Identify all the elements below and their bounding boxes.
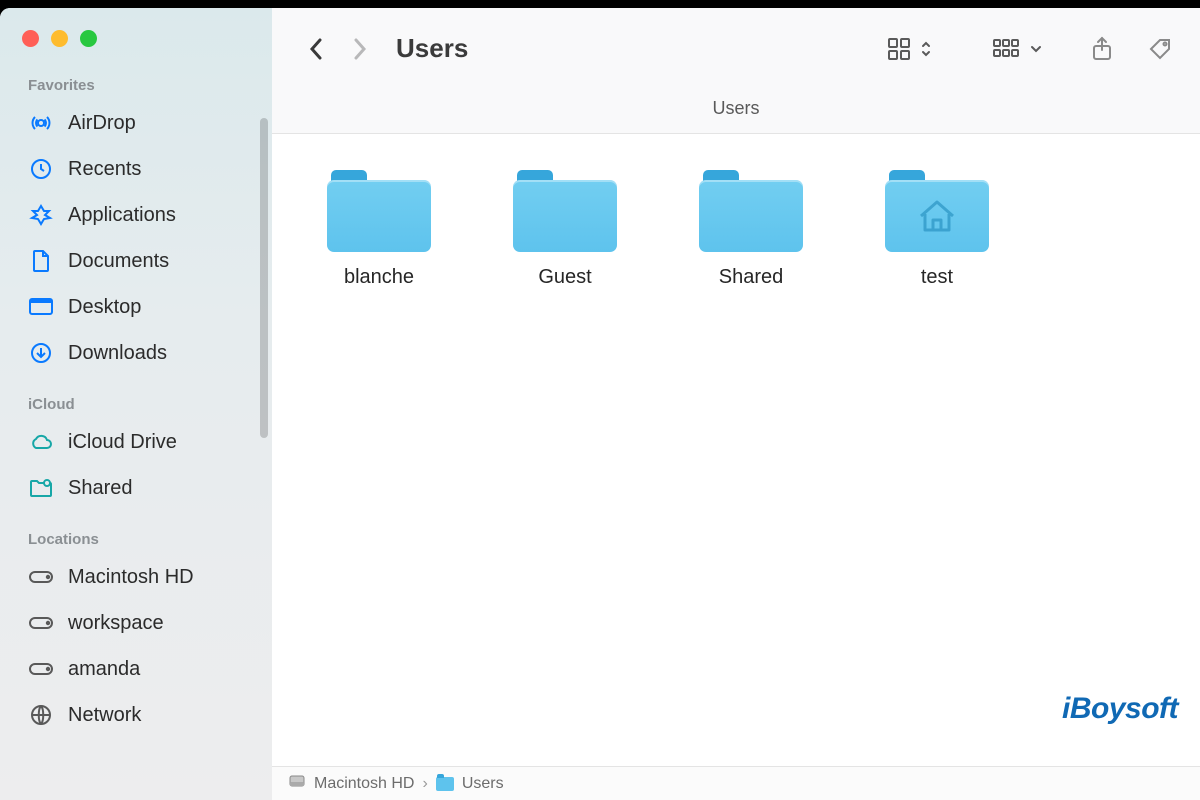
applications-icon [28, 202, 54, 228]
sidebar-item-label: Documents [68, 250, 169, 273]
sidebar-item-desktop[interactable]: Desktop [0, 284, 272, 330]
back-button[interactable] [300, 32, 334, 66]
disk-icon [28, 610, 54, 636]
main-pane: Users Users blanche [272, 8, 1200, 800]
sidebar-item-label: Recents [68, 158, 141, 181]
downloads-icon [28, 340, 54, 366]
folder-label: test [921, 266, 953, 289]
sidebar-item-label: Shared [68, 477, 133, 500]
folder-label: blanche [344, 266, 414, 289]
close-window-button[interactable] [22, 30, 39, 47]
view-icon-grid-button[interactable] [880, 32, 940, 66]
folder-test[interactable]: test [844, 170, 1030, 289]
sidebar: Favorites AirDrop Recents Applications D… [0, 8, 272, 800]
share-button[interactable] [1080, 32, 1124, 66]
disk-icon [28, 656, 54, 682]
folder-shared[interactable]: Shared [658, 170, 844, 289]
sidebar-item-label: AirDrop [68, 112, 136, 135]
sidebar-section-favorites-title: Favorites [0, 69, 272, 100]
icloud-drive-icon [28, 429, 54, 455]
sidebar-item-macintosh-hd[interactable]: Macintosh HD [0, 554, 272, 600]
sidebar-item-documents[interactable]: Documents [0, 238, 272, 284]
folder-mini-icon [436, 777, 454, 791]
path-bar: Macintosh HD › Users [272, 766, 1200, 800]
disk-icon [28, 564, 54, 590]
icon-view-content: blanche Guest Shared [272, 134, 1200, 766]
path-segment-macintosh-hd[interactable]: Macintosh HD [314, 775, 414, 793]
finder-window: Favorites AirDrop Recents Applications D… [0, 8, 1200, 800]
recents-icon [28, 156, 54, 182]
window-title: Users [396, 33, 468, 64]
minimize-window-button[interactable] [51, 30, 68, 47]
zoom-window-button[interactable] [80, 30, 97, 47]
sidebar-item-downloads[interactable]: Downloads [0, 330, 272, 376]
path-separator-icon: › [422, 775, 427, 793]
sidebar-item-label: workspace [68, 612, 164, 635]
home-folder-icon [885, 170, 989, 252]
sidebar-item-shared[interactable]: Shared [0, 465, 272, 511]
folder-icon [513, 170, 617, 252]
folder-icon [327, 170, 431, 252]
sidebar-item-workspace[interactable]: workspace [0, 600, 272, 646]
path-segment-users[interactable]: Users [462, 775, 504, 793]
sidebar-item-recents[interactable]: Recents [0, 146, 272, 192]
sidebar-item-label: Applications [68, 204, 176, 227]
sidebar-item-applications[interactable]: Applications [0, 192, 272, 238]
folder-label: Guest [538, 266, 591, 289]
tags-button[interactable] [1138, 32, 1182, 66]
sidebar-item-label: Network [68, 704, 141, 727]
sidebar-scrollbar[interactable] [260, 118, 268, 438]
sidebar-item-label: Macintosh HD [68, 566, 194, 589]
toolbar: Users [272, 8, 1200, 90]
sidebar-item-amanda[interactable]: amanda [0, 646, 272, 692]
watermark-logo: iBoysoft [1062, 692, 1178, 726]
forward-button[interactable] [342, 32, 376, 66]
window-top-black-bar [0, 0, 1200, 8]
sidebar-item-label: amanda [68, 658, 140, 681]
folder-guest[interactable]: Guest [472, 170, 658, 289]
desktop-icon [28, 294, 54, 320]
sidebar-item-icloud-drive[interactable]: iCloud Drive [0, 419, 272, 465]
sidebar-item-network[interactable]: Network [0, 692, 272, 738]
network-icon [28, 702, 54, 728]
folder-label: Shared [719, 266, 784, 289]
window-controls [0, 26, 272, 69]
shared-folder-icon [28, 475, 54, 501]
sidebar-item-label: Downloads [68, 342, 167, 365]
sidebar-section-icloud-title: iCloud [0, 376, 272, 419]
folder-icon [699, 170, 803, 252]
sidebar-section-locations-title: Locations [0, 511, 272, 554]
sidebar-item-label: iCloud Drive [68, 431, 177, 454]
folder-header: Users [272, 90, 1200, 134]
documents-icon [28, 248, 54, 274]
folder-blanche[interactable]: blanche [286, 170, 472, 289]
sidebar-item-airdrop[interactable]: AirDrop [0, 100, 272, 146]
disk-mini-icon [288, 772, 306, 795]
sidebar-item-label: Desktop [68, 296, 141, 319]
airdrop-icon [28, 110, 54, 136]
group-by-button[interactable] [988, 32, 1048, 66]
